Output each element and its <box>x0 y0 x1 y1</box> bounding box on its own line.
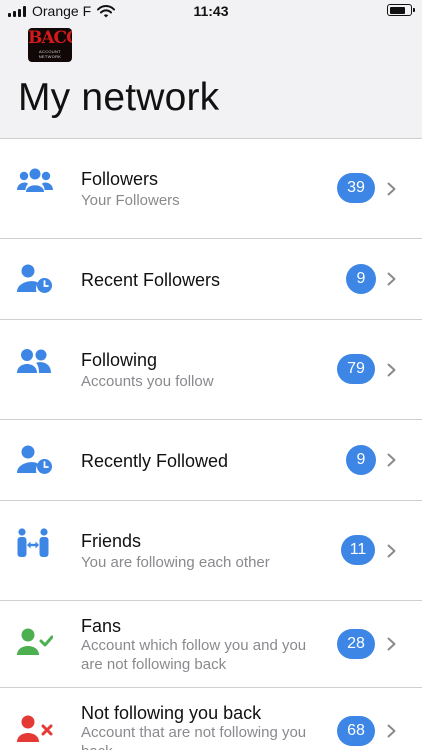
chevron-right-icon <box>387 544 396 558</box>
battery-icon <box>387 4 415 16</box>
chevron-right-icon <box>387 363 396 377</box>
chevron-right-icon <box>387 182 396 196</box>
network-list: Followers Your Followers 39 Recent Follo… <box>0 138 422 750</box>
users-group-icon <box>17 168 53 192</box>
count-badge: 9 <box>346 264 376 294</box>
item-subtitle: Accounts you follow <box>81 373 214 390</box>
item-title: Friends <box>81 531 142 551</box>
list-item-recent-followers[interactable]: Recent Followers 9 <box>0 239 422 320</box>
page-title: My network <box>18 76 220 119</box>
item-title: Followers <box>81 169 159 189</box>
status-time: 11:43 <box>193 3 229 19</box>
users-icon <box>17 349 51 373</box>
count-badge: 9 <box>346 445 376 475</box>
item-subtitle: Account that are not following you back <box>81 724 307 750</box>
item-subtitle: Your Followers <box>81 192 180 209</box>
user-check-icon <box>17 628 53 655</box>
item-title: Fans <box>81 616 122 636</box>
count-badge: 28 <box>337 629 375 659</box>
app-logo: BACCA ACCOUNT NETWORK <box>28 28 72 62</box>
chevron-right-icon <box>387 724 396 738</box>
list-item-fans[interactable]: Fans Account which follow you and you ar… <box>0 601 422 688</box>
chevron-right-icon <box>387 453 396 467</box>
list-item-recently-followed[interactable]: Recently Followed 9 <box>0 420 422 501</box>
count-badge: 79 <box>337 354 375 384</box>
chevron-right-icon <box>387 272 396 286</box>
user-x-icon <box>17 715 53 742</box>
user-clock-icon <box>17 264 52 293</box>
list-item-not-following-back[interactable]: Not following you back Account that are … <box>0 688 422 750</box>
chevron-right-icon <box>387 637 396 651</box>
status-bar: Orange F 11:43 <box>0 0 422 22</box>
item-title: Recently Followed <box>81 451 229 471</box>
item-title: Recent Followers <box>81 270 221 290</box>
item-title: Following <box>81 350 158 370</box>
item-subtitle: Account which follow you and you are not… <box>81 637 307 673</box>
count-badge: 11 <box>341 535 375 565</box>
list-item-following[interactable]: Following Accounts you follow 79 <box>0 320 422 420</box>
count-badge: 68 <box>337 716 375 746</box>
logo-subtext: ACCOUNT NETWORK <box>38 49 62 59</box>
people-arrows-icon <box>17 528 49 557</box>
item-title: Not following you back <box>81 703 262 723</box>
user-clock-icon <box>17 445 52 474</box>
logo-text: BACCA <box>28 28 72 48</box>
item-subtitle: You are following each other <box>81 554 270 571</box>
list-item-followers[interactable]: Followers Your Followers 39 <box>0 139 422 239</box>
list-item-friends[interactable]: Friends You are following each other 11 <box>0 501 422 601</box>
count-badge: 39 <box>337 173 375 203</box>
